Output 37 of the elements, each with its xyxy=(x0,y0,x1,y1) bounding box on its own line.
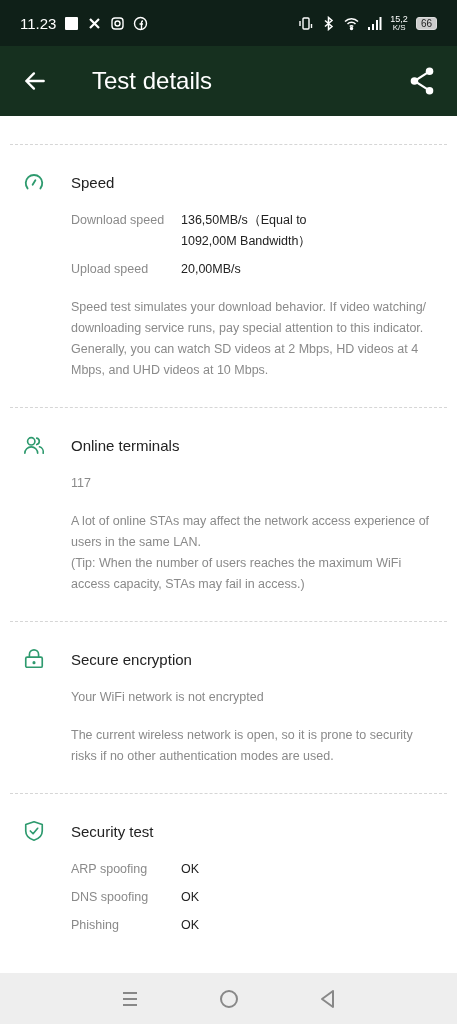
share-icon[interactable] xyxy=(409,67,435,95)
vibrate-icon xyxy=(298,15,314,31)
row-value: 136,50MB/s（Equal to 1092,00M Bandwidth） xyxy=(181,212,313,250)
section-title: Speed xyxy=(71,173,115,191)
network-speed: 15,2 xyxy=(390,14,408,24)
x-icon xyxy=(87,15,103,31)
row-value: OK xyxy=(181,889,201,906)
section-title: Secure encryption xyxy=(71,650,192,668)
row-label: Phishing xyxy=(71,917,120,934)
signal-icon xyxy=(367,15,383,31)
square-icon xyxy=(64,15,80,31)
row-label: ARP spoofing xyxy=(71,861,149,878)
row-value: 20,00MB/s xyxy=(181,261,242,278)
description-text: Your WiFi network is not encrypted xyxy=(71,689,265,706)
description-text: Speed test simulates your download behavior. If video watching/ downloading service runs, pay special attention to this indicator. Generally, you can watch SD videos at 2 Mbps, HD videos at 4 Mbps, and UHD videos at 10 Mbps. xyxy=(71,299,428,379)
camera-icon xyxy=(110,15,126,31)
shield-check-icon xyxy=(23,820,45,842)
speed-unit: K/S xyxy=(392,23,406,32)
description-text: (Tip: When the number of users reaches the maximum WiFi access capacity, STAs may fail in access.) xyxy=(71,555,403,593)
row-value: OK xyxy=(181,861,201,878)
clock: 11.23 xyxy=(20,14,57,32)
section-title: Security test xyxy=(71,822,154,840)
battery-indicator: 66 xyxy=(415,16,437,30)
facebook-icon xyxy=(133,15,149,31)
row-label: Upload speed xyxy=(71,261,150,278)
section-title: Online terminals xyxy=(71,436,180,454)
users-icon xyxy=(23,434,45,456)
description-text: A lot of online STAs may affect the network access experience of users in the same LAN. xyxy=(71,513,431,551)
row-value: OK xyxy=(181,917,201,934)
page-title: Test details xyxy=(92,67,214,95)
description-text: 117 xyxy=(71,475,92,492)
row-label: Download speed xyxy=(71,212,166,229)
home-icon[interactable] xyxy=(218,988,239,1009)
wifi-icon xyxy=(344,15,360,31)
lock-icon xyxy=(23,648,45,670)
description-text: The current wireless network is open, so it is prone to security risks if no other authentication modes are used. xyxy=(71,727,414,765)
row-label: DNS spoofing xyxy=(71,889,150,906)
